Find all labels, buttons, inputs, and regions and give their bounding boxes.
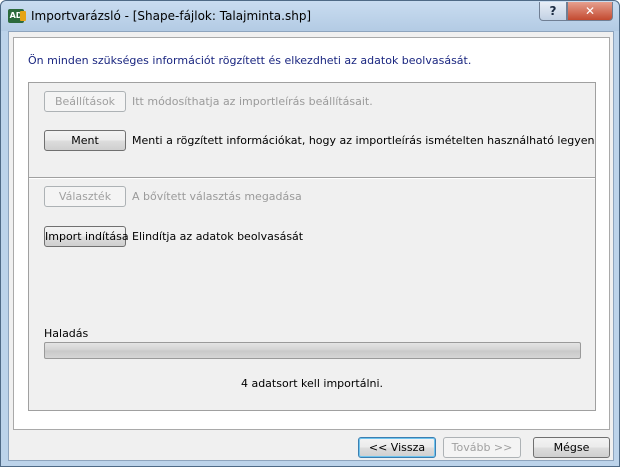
status-text: 4 adatsort kell importálni. bbox=[240, 377, 384, 390]
app-logo-icon: AD bbox=[8, 9, 26, 23]
save-button[interactable]: Ment bbox=[44, 130, 126, 151]
section-divider bbox=[29, 177, 595, 179]
progress-bar bbox=[44, 342, 581, 359]
help-button[interactable]: ? bbox=[539, 2, 567, 21]
cancel-button[interactable]: Mégse bbox=[533, 437, 610, 458]
wizard-page: Ön minden szükséges információt rögzítet… bbox=[13, 37, 610, 430]
intro-text: Ön minden szükséges információt rögzítet… bbox=[28, 54, 472, 67]
start-import-button[interactable]: Import indítása bbox=[44, 226, 129, 247]
selection-button[interactable]: Választék bbox=[44, 186, 126, 207]
dialog-body: Ön minden szükséges információt rögzítet… bbox=[8, 31, 614, 461]
close-button[interactable]: ✕ bbox=[567, 2, 613, 21]
next-button[interactable]: Tovább >> bbox=[443, 437, 521, 458]
back-button[interactable]: << Vissza bbox=[358, 437, 436, 458]
settings-button[interactable]: Beállítások bbox=[44, 91, 126, 112]
help-icon: ? bbox=[549, 4, 557, 18]
settings-description: Itt módosíthatja az importleírás beállít… bbox=[132, 95, 373, 108]
save-description: Menti a rögzített információkat, hogy az… bbox=[132, 134, 595, 147]
start-import-description: Elindítja az adatok beolvasását bbox=[132, 230, 304, 243]
window-title: Importvarázsló - [Shape-fájlok: Talajmin… bbox=[31, 9, 312, 23]
progress-label: Haladás bbox=[44, 327, 89, 340]
close-icon: ✕ bbox=[584, 4, 596, 18]
import-wizard-window: AD Importvarázsló - [Shape-fájlok: Talaj… bbox=[0, 0, 620, 467]
title-bar[interactable]: AD Importvarázsló - [Shape-fájlok: Talaj… bbox=[1, 1, 619, 31]
actions-panel: Beállítások Itt módosíthatja az importle… bbox=[28, 82, 596, 411]
selection-description: A bővített választás megadása bbox=[132, 190, 302, 203]
